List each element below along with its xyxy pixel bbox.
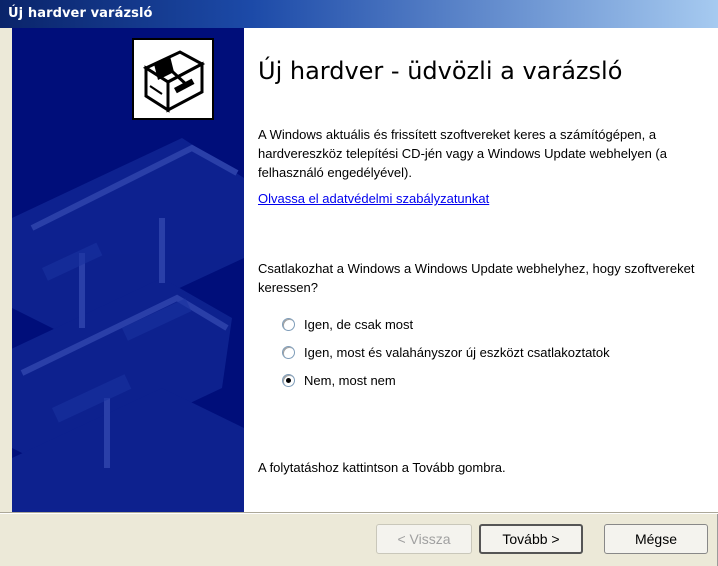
button-area-divider xyxy=(0,512,718,514)
radio-button[interactable] xyxy=(282,317,295,331)
continue-hint: A folytatáshoz kattintson a Tovább gombr… xyxy=(258,460,506,475)
back-button[interactable]: < Vissza xyxy=(376,524,472,554)
wizard-content: Új hardver - üdvözli a varázsló A Window… xyxy=(244,28,718,512)
option-no[interactable]: Nem, most nem xyxy=(282,371,396,389)
option-label: Nem, most nem xyxy=(304,372,396,388)
title-bar[interactable]: Új hardver varázsló xyxy=(0,0,718,28)
window-title: Új hardver varázsló xyxy=(8,6,153,21)
radio-button-selected[interactable] xyxy=(282,373,295,387)
wizard-banner xyxy=(12,28,244,512)
wizard-window: Új hardver varázsló Új hardver - üdvözli… xyxy=(0,0,718,566)
option-label: Igen, de csak most xyxy=(304,316,414,332)
wizard-heading: Új hardver - üdvözli a varázsló xyxy=(258,57,623,85)
question-text: Csatlakozhat a Windows a Windows Update … xyxy=(258,261,695,295)
hardware-box-icon xyxy=(132,38,214,120)
next-button[interactable]: Tovább > xyxy=(479,524,583,554)
radio-button[interactable] xyxy=(282,345,295,359)
option-yes-once[interactable]: Igen, de csak most xyxy=(282,315,413,333)
option-yes-always[interactable]: Igen, most és valahányszor új eszközt cs… xyxy=(282,343,610,361)
cancel-button[interactable]: Mégse xyxy=(604,524,708,554)
intro-text: A Windows aktuális és frissített szoftve… xyxy=(258,127,667,180)
privacy-policy-link[interactable]: Olvassa el adatvédelmi szabályzatunkat xyxy=(258,191,489,206)
option-label: Igen, most és valahányszor új eszközt cs… xyxy=(304,344,610,360)
